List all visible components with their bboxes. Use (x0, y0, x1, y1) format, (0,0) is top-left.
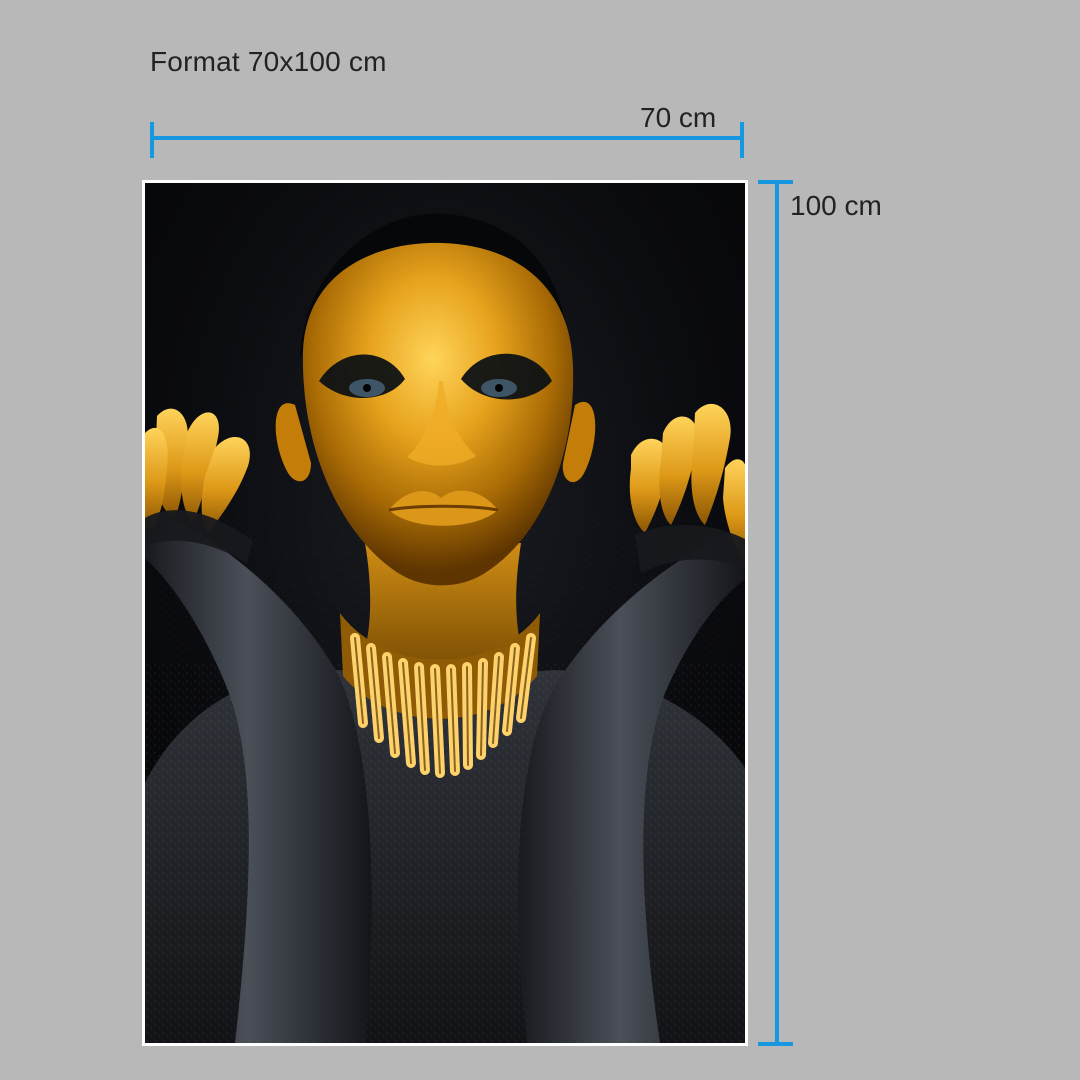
width-left-cap (150, 122, 154, 158)
height-line (775, 181, 779, 1046)
left-pupil (363, 384, 371, 392)
height-top-cap (758, 180, 793, 184)
poster-artwork (145, 183, 745, 1043)
poster-frame (142, 180, 748, 1046)
arm-texture (145, 513, 745, 1043)
width-right-cap (740, 122, 744, 158)
width-line (151, 136, 743, 140)
format-title: Format 70x100 cm (150, 46, 387, 77)
right-pupil (495, 384, 503, 392)
width-label: 70 cm (640, 102, 717, 133)
height-bottom-cap (758, 1042, 793, 1046)
height-label: 100 cm (790, 190, 882, 221)
